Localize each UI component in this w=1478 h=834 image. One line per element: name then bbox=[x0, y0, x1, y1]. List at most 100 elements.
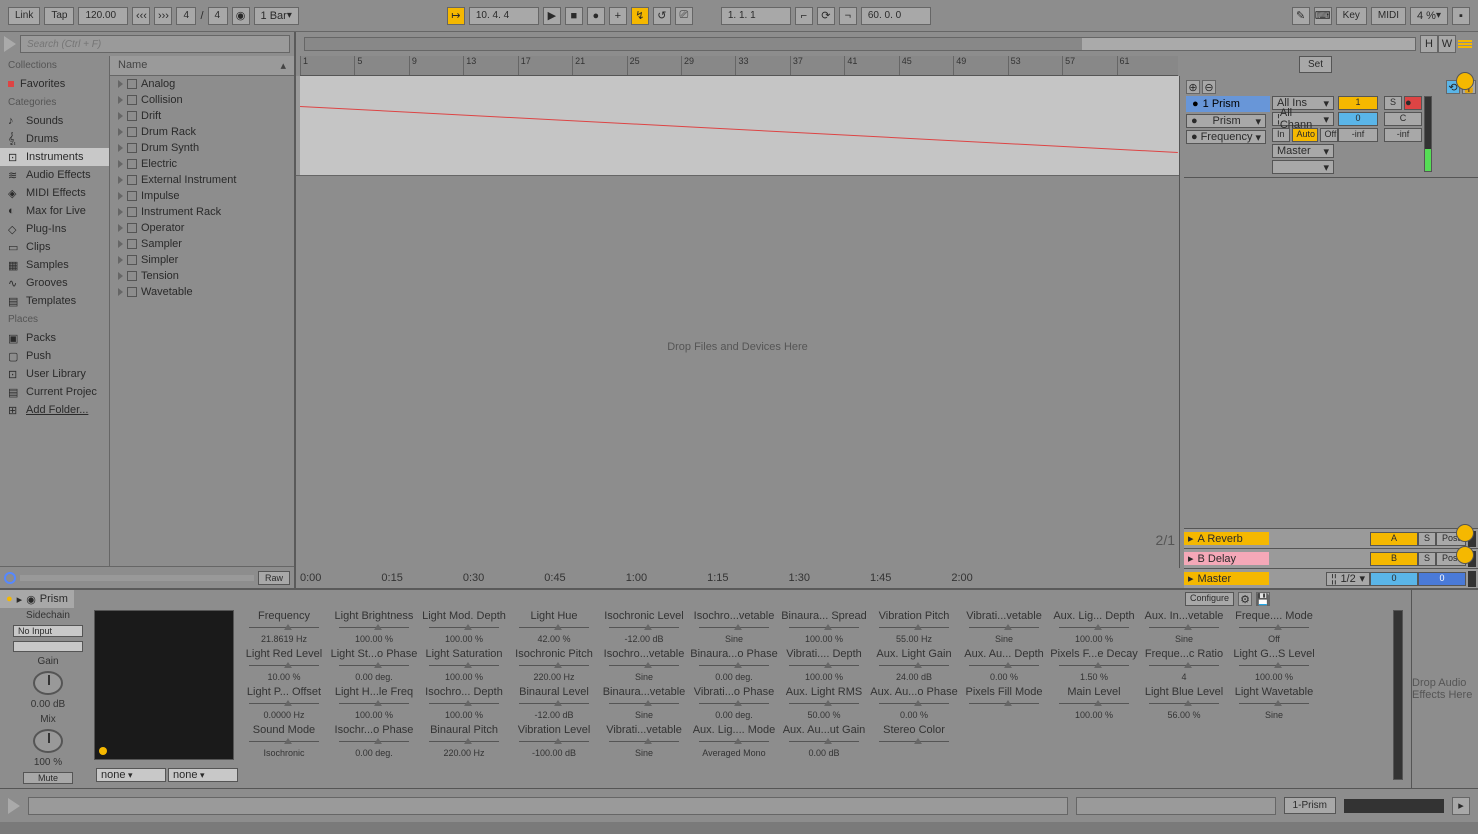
tracks-area[interactable]: Drop Files and Devices Here 2/1 bbox=[296, 76, 1180, 568]
nudge-down-icon[interactable]: ‹‹‹ bbox=[132, 7, 150, 25]
name-column-header[interactable]: Name bbox=[118, 59, 147, 72]
device-title-bar[interactable]: ● ▸ ◉ Prism bbox=[0, 590, 74, 608]
param-dropdown[interactable]: ● Frequency▾ bbox=[1186, 130, 1266, 144]
punch-out-icon[interactable]: ¬ bbox=[839, 7, 857, 25]
keyboard-icon[interactable]: ⌨ bbox=[1314, 7, 1332, 25]
device-param[interactable]: Binaural Level-12.00 dB bbox=[510, 686, 598, 722]
beat-ruler[interactable]: 15913172125293337414549535761 bbox=[300, 56, 1178, 76]
midi-map-button[interactable]: MIDI bbox=[1371, 7, 1406, 25]
arm-button[interactable]: ● bbox=[1404, 96, 1422, 110]
list-item[interactable]: Sampler bbox=[110, 236, 294, 252]
list-item[interactable]: Collision bbox=[110, 92, 294, 108]
capture-icon[interactable]: ⎚ bbox=[675, 7, 693, 25]
reenable-automation-icon[interactable]: ↺ bbox=[653, 7, 671, 25]
device-param[interactable]: Light P... Offset0.0000 Hz bbox=[240, 686, 328, 722]
none-dropdown-2[interactable]: none ▾ bbox=[168, 768, 238, 782]
device-param[interactable]: Aux. Au... Depth0.00 % bbox=[960, 648, 1048, 684]
sidebar-item-drums[interactable]: 𝄠Drums bbox=[0, 130, 109, 148]
master-cue-vol[interactable]: 0 bbox=[1370, 572, 1418, 586]
preview-play-icon[interactable] bbox=[4, 36, 16, 52]
time-sig-den[interactable]: 4 bbox=[208, 7, 228, 25]
punch-in-icon[interactable]: ⌐ bbox=[795, 7, 813, 25]
device-param[interactable]: Vibrati...o Phase0.00 deg. bbox=[690, 686, 778, 722]
quantize-dropdown[interactable]: 1 Bar ▾ bbox=[254, 7, 299, 25]
device-param[interactable]: Binaura... Spread100.00 % bbox=[780, 610, 868, 646]
time-ruler[interactable]: 0:000:150:300:451:001:151:301:452:00 bbox=[296, 568, 1180, 588]
device-param[interactable]: Light Saturation100.00 % bbox=[420, 648, 508, 684]
configure-button[interactable]: Configure bbox=[1185, 592, 1234, 606]
device-dropdown[interactable]: ● Prism▾ bbox=[1186, 114, 1266, 128]
automation-line[interactable] bbox=[300, 106, 1178, 154]
h-button[interactable]: H bbox=[1420, 35, 1438, 53]
arrangement-overview[interactable] bbox=[304, 37, 1416, 51]
set-label[interactable]: Set bbox=[1299, 56, 1332, 73]
stop-icon[interactable]: ■ bbox=[565, 7, 583, 25]
raw-button[interactable]: Raw bbox=[258, 571, 290, 585]
list-item[interactable]: External Instrument bbox=[110, 172, 294, 188]
sidebar-item-audio-effects[interactable]: ≋Audio Effects bbox=[0, 166, 109, 184]
mixer-section-icon[interactable] bbox=[1456, 546, 1474, 564]
none-dropdown-1[interactable]: none ▾ bbox=[96, 768, 166, 782]
device-param[interactable]: Aux. Lig.... ModeAveraged Mono bbox=[690, 724, 778, 760]
device-param[interactable]: Light G...S Level100.00 % bbox=[1230, 648, 1318, 684]
device-param[interactable]: Isochro...vetableSine bbox=[600, 648, 688, 684]
loop-icon[interactable]: ⟳ bbox=[817, 7, 835, 25]
sidebar-item-current-projec[interactable]: ▤Current Projec bbox=[0, 383, 109, 401]
nudge-up-icon[interactable]: ››› bbox=[154, 7, 172, 25]
list-item[interactable]: Analog bbox=[110, 76, 294, 92]
device-param[interactable]: Isochronic Level-12.00 dB bbox=[600, 610, 688, 646]
sidebar-item-plug-ins[interactable]: ◇Plug-Ins bbox=[0, 220, 109, 238]
sidebar-item-samples[interactable]: ▦Samples bbox=[0, 256, 109, 274]
sidechain-channel-dropdown[interactable] bbox=[13, 641, 83, 652]
list-item[interactable]: Instrument Rack bbox=[110, 204, 294, 220]
device-param[interactable]: Light H...le Freq100.00 % bbox=[330, 686, 418, 722]
sidebar-item-grooves[interactable]: ∿Grooves bbox=[0, 274, 109, 292]
device-param[interactable]: Vibration Level-100.00 dB bbox=[510, 724, 598, 760]
play-icon[interactable]: ▶ bbox=[543, 7, 561, 25]
track-activator[interactable]: 1 bbox=[1338, 96, 1378, 110]
remove-icon[interactable]: ⊖ bbox=[1202, 80, 1216, 94]
device-param[interactable]: Aux. Au...ut Gain0.00 dB bbox=[780, 724, 868, 760]
draw-mode-icon[interactable]: ✎ bbox=[1292, 7, 1310, 25]
sends-section-icon[interactable] bbox=[1456, 524, 1474, 542]
track-name[interactable]: ●1 Prism bbox=[1186, 96, 1270, 112]
device-param[interactable]: Binaura...vetableSine bbox=[600, 686, 688, 722]
device-param[interactable]: Light Mod. Depth100.00 % bbox=[420, 610, 508, 646]
device-param[interactable]: Vibrati...vetableSine bbox=[960, 610, 1048, 646]
tap-button[interactable]: Tap bbox=[44, 7, 74, 25]
device-param[interactable]: Stereo Color bbox=[870, 724, 958, 760]
menu-icon[interactable] bbox=[1456, 37, 1474, 51]
device-gear-icon[interactable]: ⚙ bbox=[1238, 592, 1252, 606]
drop-effects-hint[interactable]: Drop Audio Effects Here bbox=[1411, 590, 1478, 788]
device-param[interactable]: Vibrati...vetableSine bbox=[600, 724, 688, 760]
metronome-icon[interactable]: ◉ bbox=[232, 7, 250, 25]
mute-button[interactable]: Mute bbox=[23, 772, 73, 784]
device-param[interactable]: Frequency21.8619 Hz bbox=[240, 610, 328, 646]
gain-knob[interactable] bbox=[33, 671, 63, 695]
solo-button[interactable]: S bbox=[1384, 96, 1402, 110]
sidebar-item-add-folder---[interactable]: ⊞Add Folder... bbox=[0, 401, 109, 419]
device-param[interactable]: Light Brightness100.00 % bbox=[330, 610, 418, 646]
status-track-label[interactable]: 1-Prism bbox=[1284, 797, 1336, 814]
automation-arm-icon[interactable]: ↯ bbox=[631, 7, 649, 25]
time-sig-num[interactable]: 4 bbox=[176, 7, 196, 25]
device-param[interactable]: Binaura...o Phase0.00 deg. bbox=[690, 648, 778, 684]
master-vol[interactable]: 0 bbox=[1418, 572, 1466, 586]
loop-start[interactable]: 1. 1. 1 bbox=[721, 7, 791, 25]
inf-field-1[interactable]: -inf bbox=[1338, 128, 1378, 142]
tempo-field[interactable]: 120.00 bbox=[78, 7, 128, 25]
device-param[interactable]: Main Level100.00 % bbox=[1050, 686, 1138, 722]
preview-volume-slider[interactable] bbox=[20, 575, 254, 581]
device-param[interactable]: Freque...c Ratio4 bbox=[1140, 648, 1228, 684]
device-param[interactable]: Binaural Pitch220.00 Hz bbox=[420, 724, 508, 760]
device-param[interactable]: Light Hue42.00 % bbox=[510, 610, 598, 646]
sidebar-item-midi-effects[interactable]: ◈MIDI Effects bbox=[0, 184, 109, 202]
add-icon[interactable]: ⊕ bbox=[1186, 80, 1200, 94]
track-row[interactable] bbox=[296, 76, 1179, 176]
device-save-icon[interactable]: 💾 bbox=[1256, 592, 1270, 606]
record-icon[interactable]: ● bbox=[587, 7, 605, 25]
sidechain-input-dropdown[interactable]: No Input bbox=[13, 625, 83, 637]
monitor-auto[interactable]: Auto bbox=[1292, 128, 1318, 142]
return-a-solo[interactable]: S bbox=[1418, 532, 1436, 546]
device-param[interactable]: Freque.... ModeOff bbox=[1230, 610, 1318, 646]
